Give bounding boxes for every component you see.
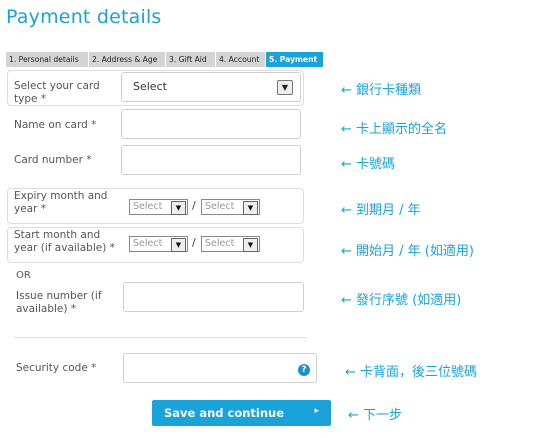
or-text: OR	[16, 270, 31, 281]
tab-personal-details[interactable]: 1. Personal details	[6, 52, 89, 67]
annotation-card-type: ← 銀行卡種類	[341, 83, 422, 98]
issue-number-label: Issue number (if available) *	[16, 290, 102, 315]
start-separator: /	[192, 236, 196, 249]
expiry-separator: /	[192, 199, 196, 212]
chevron-down-icon: ▼	[171, 238, 186, 252]
start-year-select[interactable]: Select ▼	[201, 236, 260, 252]
tab-payment[interactable]: 5. Payment	[266, 52, 324, 67]
page-title: Payment details	[6, 6, 162, 28]
annotation-security-code: ← 卡背面，後三位號碼	[345, 365, 478, 380]
annotation-card-number: ← 卡號碼	[341, 157, 396, 172]
arrow-right-icon: ▸	[314, 406, 319, 416]
annotation-expiry: ← 到期月 / 年	[341, 203, 421, 218]
card-type-label: Select your card type *	[14, 80, 100, 105]
start-year-value: Select	[205, 238, 235, 249]
annotation-start: ← 開始月 / 年 (如適用)	[341, 244, 474, 259]
card-type-select[interactable]: Select ▼	[121, 72, 301, 102]
card-number-label: Card number *	[14, 154, 92, 166]
name-on-card-label: Name on card *	[14, 119, 97, 131]
chevron-down-icon: ▼	[243, 201, 258, 215]
chevron-down-icon: ▼	[277, 80, 293, 95]
chevron-down-icon: ▼	[243, 238, 258, 252]
card-number-input[interactable]	[121, 145, 301, 175]
help-icon[interactable]: ?	[298, 364, 310, 376]
expiry-month-select[interactable]: Select ▼	[129, 199, 188, 215]
issue-number-input[interactable]	[123, 282, 304, 312]
progress-tabs: 1. Personal details 2. Address & Age 3. …	[6, 52, 324, 67]
name-on-card-input[interactable]	[121, 109, 301, 139]
start-label: Start month and year (if available) *	[14, 229, 115, 254]
annotation-issue-number: ← 發行序號 (如適用)	[341, 293, 462, 308]
security-code-input[interactable]	[123, 353, 317, 383]
start-month-select[interactable]: Select ▼	[129, 236, 188, 252]
tab-gift-aid[interactable]: 3. Gift Aid	[166, 52, 216, 67]
tab-address-age[interactable]: 2. Address & Age	[89, 52, 166, 67]
annotation-next-step: ← 下一步	[348, 408, 403, 423]
tab-account[interactable]: 4. Account	[216, 52, 266, 67]
divider	[14, 337, 307, 338]
security-code-label: Security code *	[16, 362, 97, 374]
card-type-value: Select	[133, 80, 167, 93]
save-and-continue-label: Save and continue	[164, 406, 285, 420]
expiry-year-value: Select	[205, 201, 235, 212]
expiry-month-value: Select	[133, 201, 163, 212]
chevron-down-icon: ▼	[171, 201, 186, 215]
save-and-continue-button[interactable]: Save and continue ▸	[152, 400, 331, 426]
start-month-value: Select	[133, 238, 163, 249]
annotation-name: ← 卡上顯示的全名	[341, 122, 448, 137]
expiry-label: Expiry month and year *	[14, 190, 108, 215]
expiry-year-select[interactable]: Select ▼	[201, 199, 260, 215]
